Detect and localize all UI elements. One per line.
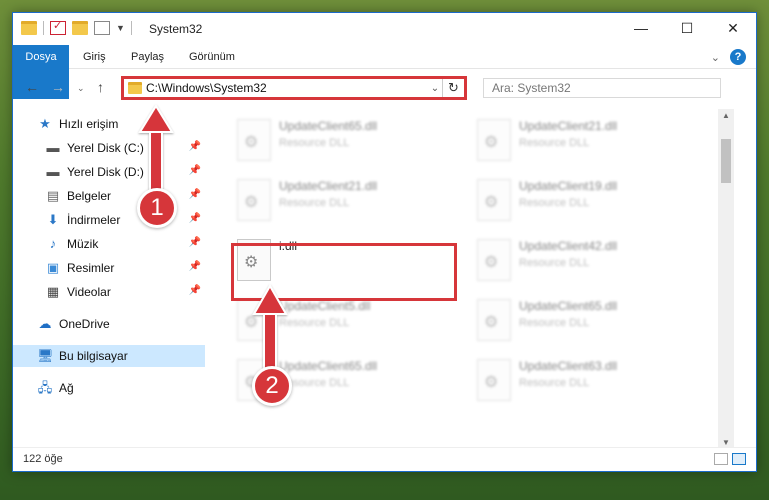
step-badge-1: 1 xyxy=(137,188,177,228)
arrow-up-1 xyxy=(138,104,174,191)
annotation-arrows xyxy=(138,104,288,371)
arrow-up-2 xyxy=(252,283,288,371)
step-badge-2: 2 xyxy=(252,366,292,406)
